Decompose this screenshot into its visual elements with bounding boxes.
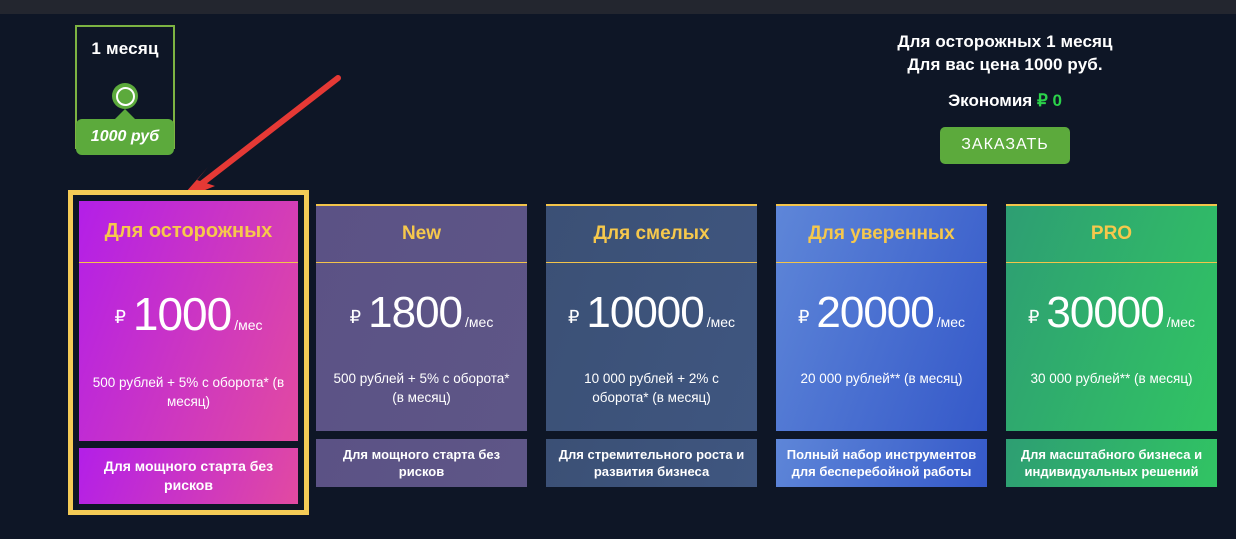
card-period: /мес [234, 317, 263, 333]
ruble-icon: ₽ [797, 307, 810, 327]
ruble-icon: ₽ [1027, 307, 1040, 327]
pricing-card-dlya-smelyh[interactable]: Для смелых ₽10000/мес 10 000 рублей + 2% с… [546, 204, 757, 487]
card-body: Для уверенных ₽20000/мес 20 000 рублей** (… [776, 204, 987, 431]
card-price: ₽20000/мес [776, 291, 987, 335]
offer-line-2: Для вас цена 1000 руб. [907, 55, 1103, 74]
card-title: Для уверенных [808, 223, 955, 244]
duration-selector-1-month[interactable]: 1 месяц 1000 руб [75, 25, 175, 155]
card-footer: Для мощного старта без рисков [79, 448, 298, 504]
card-title: New [401, 223, 442, 244]
saving-row: Экономия ₽ 0 [790, 91, 1220, 111]
card-amount: 1000 [132, 288, 232, 340]
card-header: PRO [1006, 206, 1217, 263]
saving-label: Экономия [948, 91, 1033, 110]
saving-amount: ₽ 0 [1036, 91, 1062, 110]
pricing-card-dlya-ostorozhnyh[interactable]: Для осторожных ₽1000/мес 500 рублей + 5% с… [68, 190, 309, 515]
card-header: Для уверенных [776, 206, 987, 263]
ruble-icon: ₽ [567, 307, 580, 327]
card-price: ₽1800/мес [316, 291, 527, 335]
card-period: /мес [936, 314, 966, 330]
card-title: Для смелых [593, 223, 710, 244]
card-amount: 30000 [1046, 288, 1164, 337]
duration-price-pill: 1000 руб [76, 119, 174, 155]
card-body: PRO ₽30000/мес 30 000 рублей** (в месяц) [1006, 204, 1217, 431]
duration-label: 1 месяц [91, 39, 159, 58]
pricing-card-pro[interactable]: PRO ₽30000/мес 30 000 рублей** (в месяц) Дл… [1006, 204, 1217, 487]
card-amount: 1800 [368, 288, 463, 337]
card-title: Для осторожных [104, 220, 273, 242]
card-note: 500 рублей + 5% с оборота* (в месяц) [333, 371, 510, 405]
card-period: /мес [706, 314, 736, 330]
ruble-icon: ₽ [349, 307, 362, 327]
order-button[interactable]: ЗАКАЗАТЬ [940, 127, 1070, 164]
card-amount: 20000 [816, 288, 934, 337]
card-amount: 10000 [586, 288, 704, 337]
card-price: ₽30000/мес [1006, 291, 1217, 335]
ruble-icon: ₽ [114, 307, 126, 327]
card-price: ₽1000/мес [79, 291, 298, 337]
card-period: /мес [465, 314, 494, 330]
pricing-card-new[interactable]: New ₽1800/мес 500 рублей + 5% с оборота* (… [316, 204, 527, 487]
card-note: 500 рублей + 5% с оборота* (в месяц) [92, 375, 285, 409]
offer-summary: Для осторожных 1 месяц Для вас цена 1000… [790, 30, 1220, 164]
card-note: 10 000 рублей + 2% с оборота* (в месяц) [584, 371, 719, 405]
card-price: ₽10000/мес [546, 291, 757, 335]
card-body: Для смелых ₽10000/мес 10 000 рублей + 2% с… [546, 204, 757, 431]
card-footer: Для мощного старта без рисков [316, 439, 527, 487]
offer-line-1: Для осторожных 1 месяц [897, 32, 1113, 51]
card-note: 30 000 рублей** (в месяц) [1030, 371, 1193, 386]
check-circle-icon [112, 83, 138, 109]
card-header: Для смелых [546, 206, 757, 263]
card-period: /мес [1166, 314, 1196, 330]
card-header: Для осторожных [79, 201, 298, 263]
card-body: Для осторожных ₽1000/мес 500 рублей + 5% с… [79, 201, 298, 441]
card-header: New [316, 206, 527, 263]
card-title: PRO [1090, 223, 1133, 244]
card-footer: Для масштабного бизнеса и индивидуальных… [1006, 439, 1217, 487]
page-root: 1 месяц 1000 руб Для осторожных 1 месяц … [0, 0, 1236, 539]
pricing-cards: Для осторожных ₽1000/мес 500 рублей + 5% с… [68, 190, 1228, 515]
card-body: New ₽1800/мес 500 рублей + 5% с оборота* (… [316, 204, 527, 431]
pricing-card-dlya-uverennyh[interactable]: Для уверенных ₽20000/мес 20 000 рублей** (… [776, 204, 987, 487]
card-footer: Полный набор инструментов для бесперебой… [776, 439, 987, 487]
card-note: 20 000 рублей** (в месяц) [800, 371, 963, 386]
top-bar [0, 0, 1236, 14]
card-footer: Для стремительного роста и развития бизн… [546, 439, 757, 487]
